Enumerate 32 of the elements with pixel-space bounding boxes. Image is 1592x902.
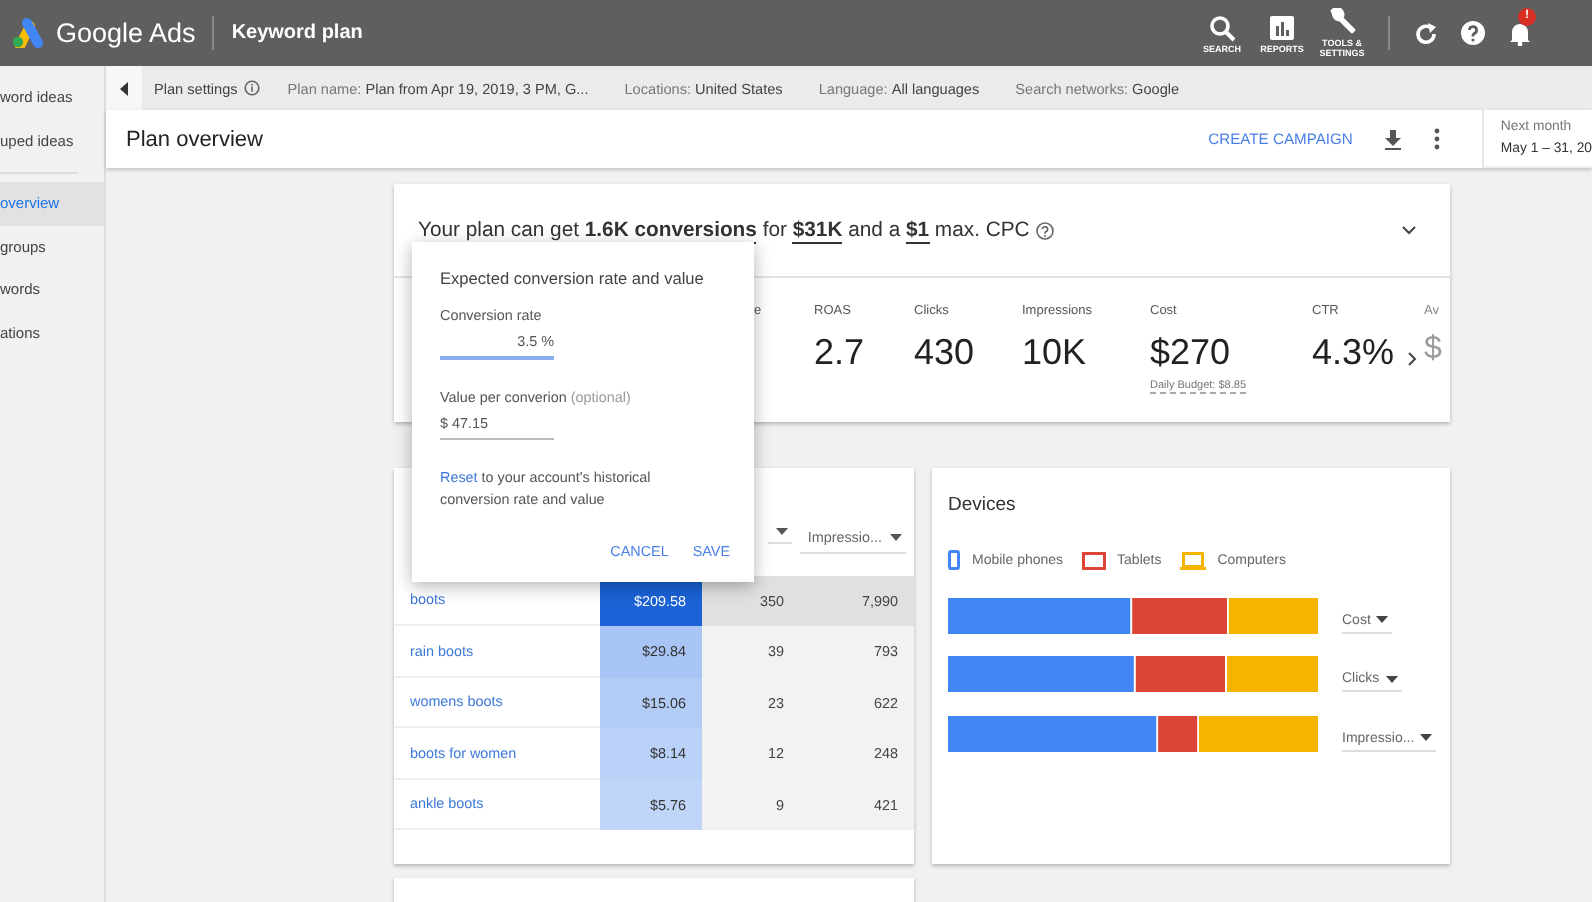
bar-chart-icon xyxy=(1268,13,1296,41)
page-heading: Plan overview xyxy=(126,127,263,151)
caret-down-icon xyxy=(1385,675,1398,684)
caret-down-icon xyxy=(890,533,902,541)
metric-value: $270 xyxy=(1150,332,1233,374)
refresh-icon[interactable] xyxy=(1414,21,1438,45)
chevron-down-icon[interactable] xyxy=(1402,225,1416,235)
collapse-button[interactable] xyxy=(106,66,142,110)
card-title: Devices xyxy=(948,494,1018,516)
column-dropdown[interactable] xyxy=(768,524,792,544)
caret-down-icon xyxy=(1376,616,1389,625)
logo-icon xyxy=(10,18,44,48)
info-icon xyxy=(243,80,260,96)
metric-value: 430 xyxy=(914,332,977,374)
caret-down-icon xyxy=(776,528,788,536)
wrench-icon xyxy=(1328,8,1356,36)
download-icon[interactable] xyxy=(1384,129,1403,149)
metric-value: 2.7 xyxy=(814,332,867,374)
caret-left-icon xyxy=(120,81,128,95)
popup-title: Expected conversion rate and value xyxy=(440,268,706,288)
metric-value: 10K xyxy=(1022,332,1089,374)
help-icon[interactable] xyxy=(1035,221,1054,239)
page-title: Keyword plan xyxy=(231,22,363,44)
bell-icon[interactable] xyxy=(1508,20,1532,46)
product-name: Google Ads xyxy=(56,18,196,48)
chevron-right-icon[interactable] xyxy=(1408,352,1418,366)
search-icon xyxy=(1208,13,1236,41)
caret-down-icon xyxy=(1420,734,1433,743)
help-icon[interactable] xyxy=(1460,20,1486,46)
metric-value: $ xyxy=(1424,332,1442,368)
more-icon[interactable] xyxy=(1434,128,1441,150)
metric-value: 4.3% xyxy=(1312,332,1397,374)
